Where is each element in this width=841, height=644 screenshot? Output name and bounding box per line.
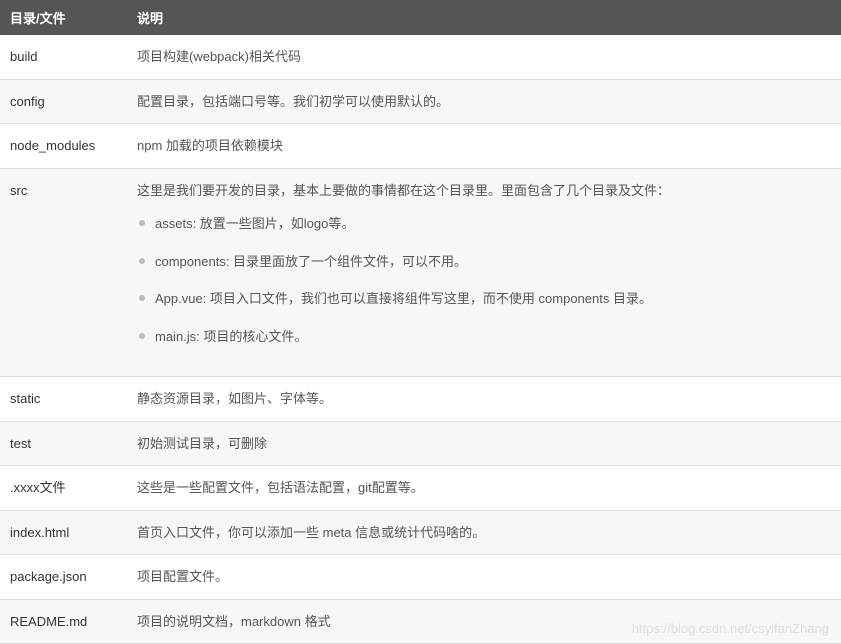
cell-name: src [0,168,127,377]
directory-table: 目录/文件 说明 build 项目构建(webpack)相关代码 config … [0,0,841,644]
cell-desc: 这里是我们要开发的目录，基本上要做的事情都在这个目录里。里面包含了几个目录及文件… [127,168,841,377]
cell-desc: 初始测试目录，可删除 [127,421,841,466]
table-row: build 项目构建(webpack)相关代码 [0,35,841,79]
table-row: config 配置目录，包括端口号等。我们初学可以使用默认的。 [0,79,841,124]
cell-desc: 项目的说明文档，markdown 格式 [127,599,841,644]
cell-name: node_modules [0,124,127,169]
list-item: main.js: 项目的核心文件。 [137,327,831,347]
table-row: .xxxx文件 这些是一些配置文件，包括语法配置，git配置等。 [0,466,841,511]
table-row: index.html 首页入口文件，你可以添加一些 meta 信息或统计代码啥的… [0,510,841,555]
table-header-row: 目录/文件 说明 [0,0,841,35]
table-row: src 这里是我们要开发的目录，基本上要做的事情都在这个目录里。里面包含了几个目… [0,168,841,377]
header-col-name: 目录/文件 [0,0,127,35]
table-row: node_modules npm 加载的项目依赖模块 [0,124,841,169]
cell-desc: 项目构建(webpack)相关代码 [127,35,841,79]
cell-name: README.md [0,599,127,644]
cell-name: .xxxx文件 [0,466,127,511]
src-list: assets: 放置一些图片，如logo等。 components: 目录里面放… [137,214,831,346]
cell-name: index.html [0,510,127,555]
list-item: assets: 放置一些图片，如logo等。 [137,214,831,234]
cell-desc: 项目配置文件。 [127,555,841,600]
cell-desc: 首页入口文件，你可以添加一些 meta 信息或统计代码啥的。 [127,510,841,555]
table-row: README.md 项目的说明文档，markdown 格式 [0,599,841,644]
cell-name: package.json [0,555,127,600]
cell-name: config [0,79,127,124]
table-row: package.json 项目配置文件。 [0,555,841,600]
src-intro: 这里是我们要开发的目录，基本上要做的事情都在这个目录里。里面包含了几个目录及文件… [137,181,831,201]
cell-name: build [0,35,127,79]
list-item: components: 目录里面放了一个组件文件，可以不用。 [137,252,831,272]
list-item: App.vue: 项目入口文件，我们也可以直接将组件写这里，而不使用 compo… [137,289,831,309]
cell-name: test [0,421,127,466]
table-row: test 初始测试目录，可删除 [0,421,841,466]
cell-desc: npm 加载的项目依赖模块 [127,124,841,169]
cell-desc: 静态资源目录，如图片、字体等。 [127,377,841,422]
table-row: static 静态资源目录，如图片、字体等。 [0,377,841,422]
header-col-desc: 说明 [127,0,841,35]
cell-name: static [0,377,127,422]
cell-desc: 配置目录，包括端口号等。我们初学可以使用默认的。 [127,79,841,124]
cell-desc: 这些是一些配置文件，包括语法配置，git配置等。 [127,466,841,511]
